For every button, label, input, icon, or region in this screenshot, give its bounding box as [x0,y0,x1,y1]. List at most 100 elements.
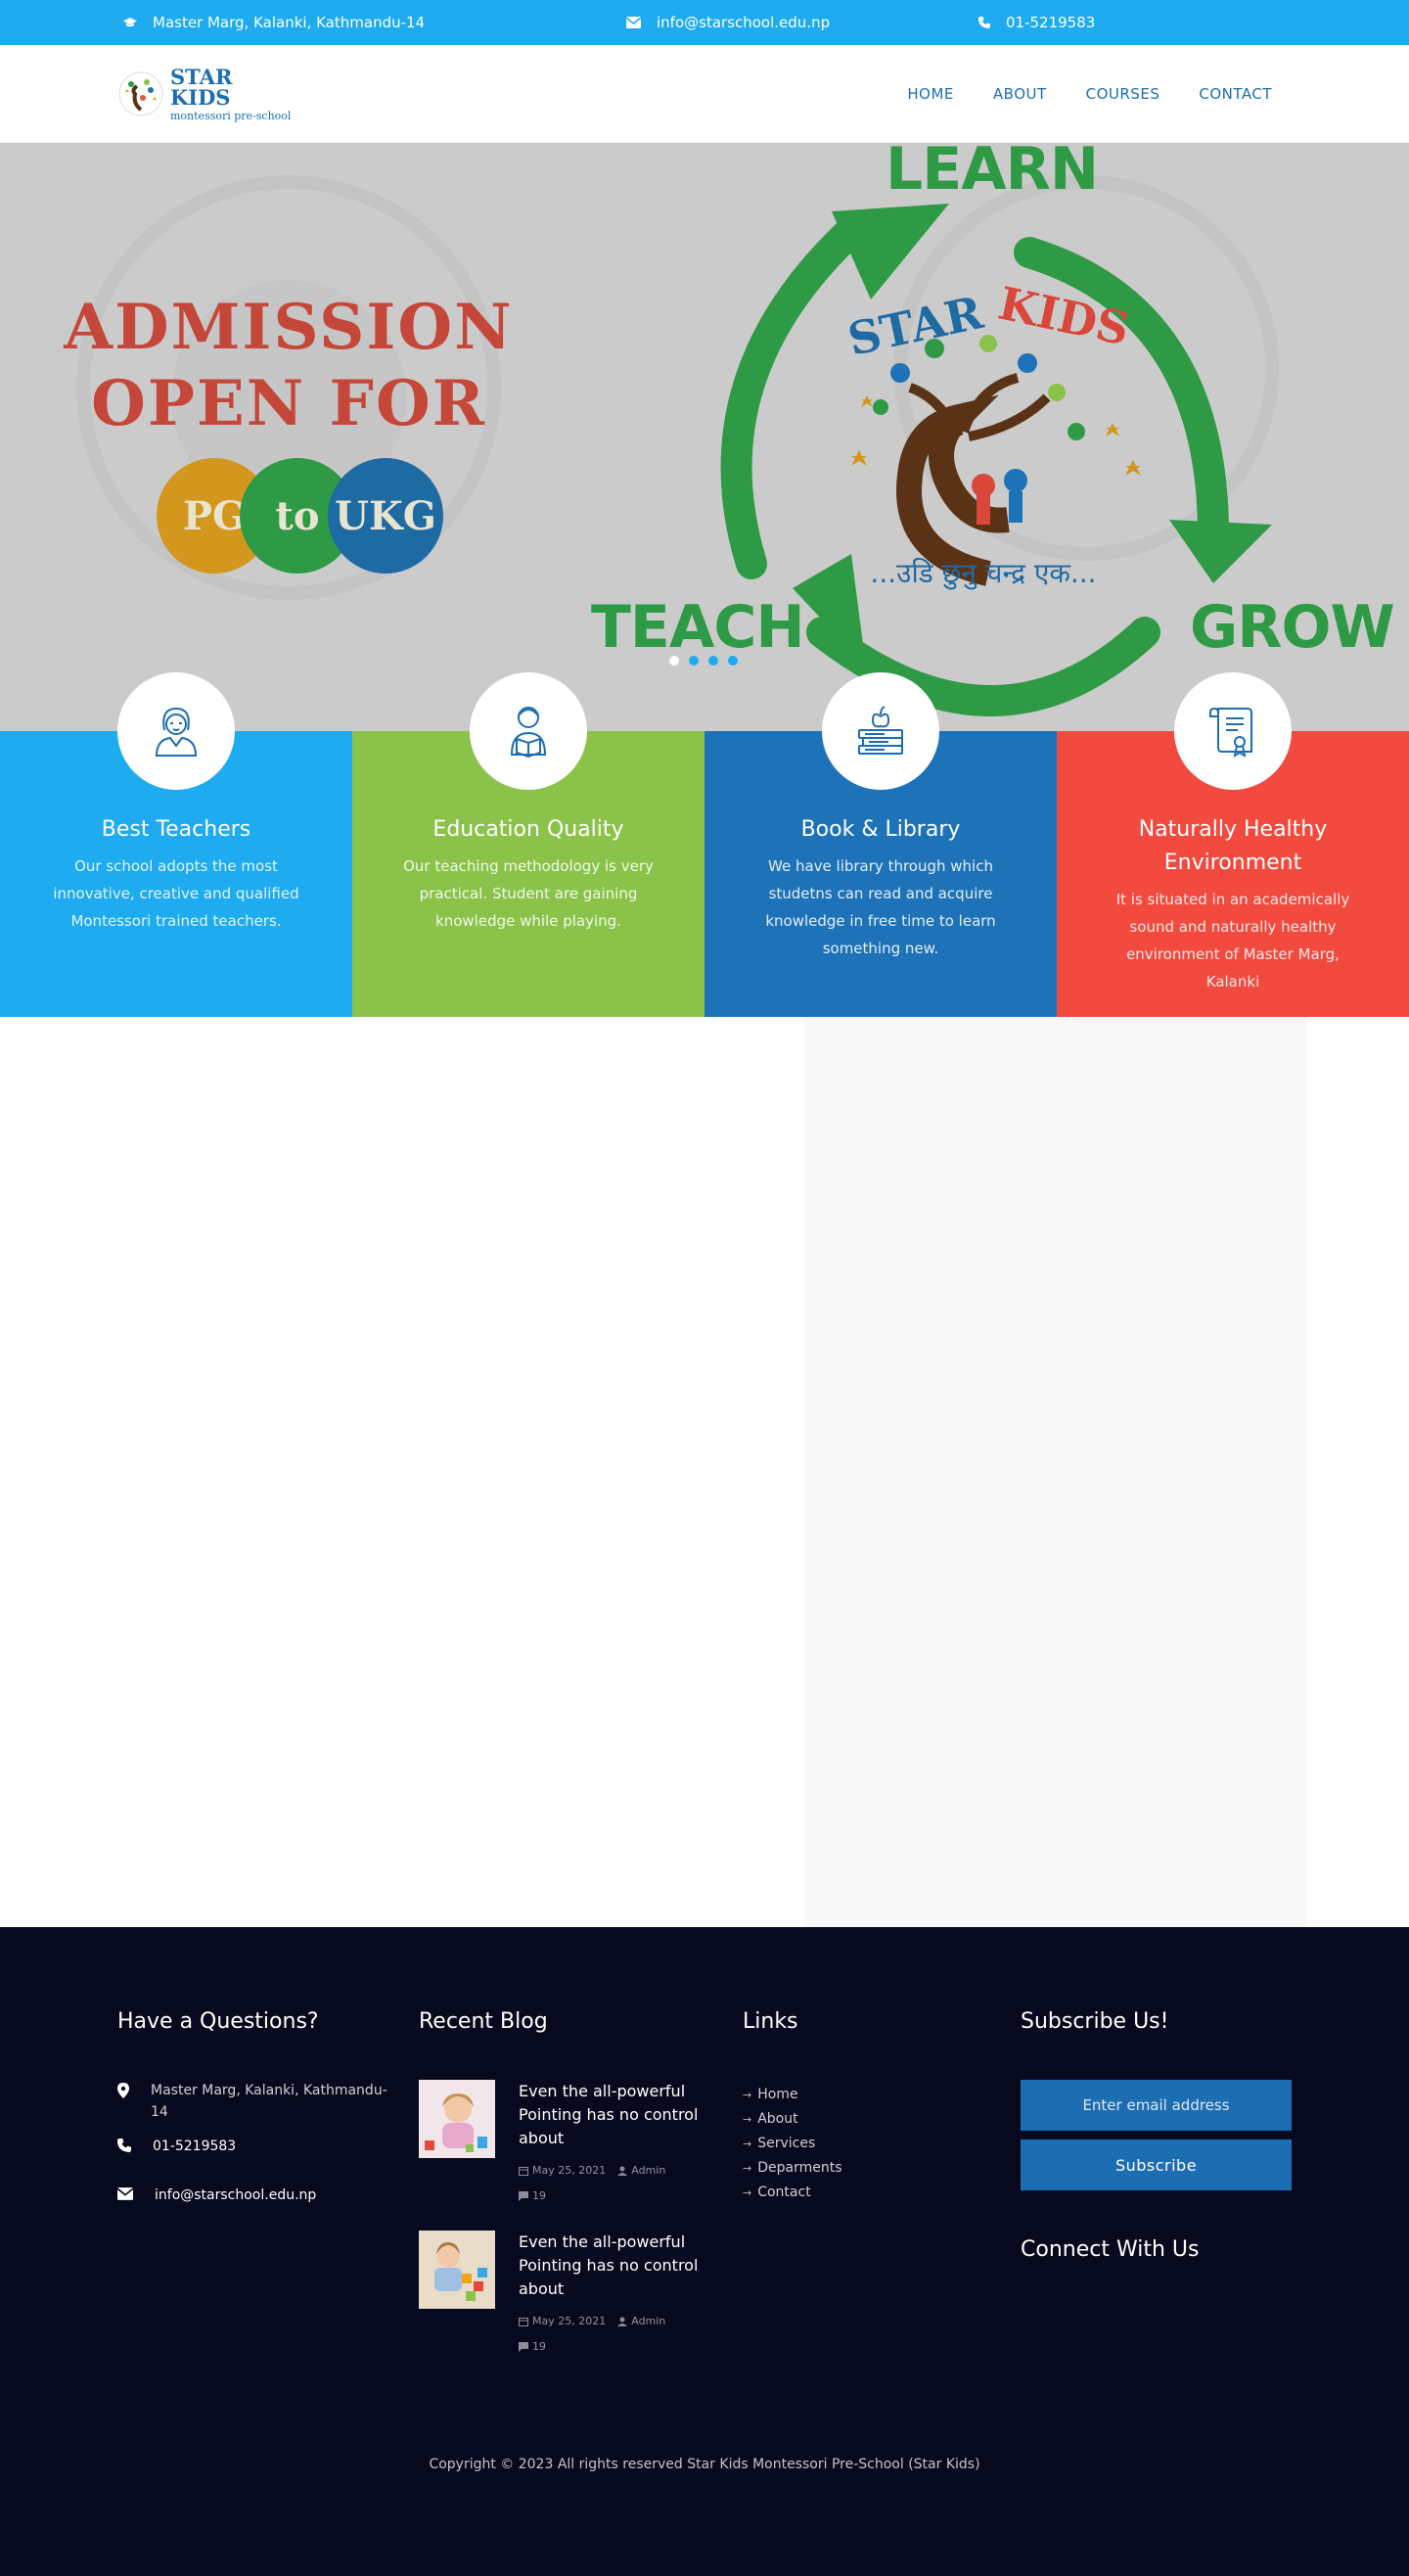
footer-questions-title: Have a Questions? [117,2009,319,2034]
user-icon [617,2166,628,2176]
blog-title[interactable]: Even the all-powerful Pointing has no co… [519,2231,704,2301]
envelope-icon [117,2187,133,2200]
feature-title: Naturally Healthy Environment [1138,817,1328,875]
footer-links-list: Home About Services Deparments Contact [743,2083,842,2205]
slider-dots [669,656,748,666]
feature-text: It is situated in an academically sound … [1115,891,1350,990]
footer-address-text: Master Marg, Kalanki, Kathmandu-14 [151,2083,387,2120]
feature-book-library: Book & Library We have library through w… [704,672,1057,1017]
books-apple-icon [858,706,903,755]
comment-icon [519,2190,528,2201]
feature-icon-circle [822,672,939,790]
footer-email-text[interactable]: info@starschool.edu.np [155,2185,316,2206]
blog-post[interactable]: Even the all-powerful Pointing has no co… [419,2231,703,2358]
hero-slider[interactable]: ADMISSION OPEN FOR PG to UKG LEARN TEACH… [0,143,1409,731]
logo-tree-icon [117,70,164,117]
feature-title: Education Quality [432,817,624,842]
nav-about[interactable]: ABOUT [993,85,1047,103]
nav-home[interactable]: HOME [907,85,954,103]
blog-author[interactable]: Admin [631,2164,665,2177]
phone-icon [978,17,990,28]
blog-date: May 25, 2021 [532,2315,607,2327]
topbar-email[interactable]: info@starschool.edu.np [626,0,830,45]
word-teach: TEACH [591,593,805,662]
feature-healthy-environment: Naturally Healthy Environment It is situ… [1057,672,1409,1017]
feature-text: Our school adopts the most innovative, c… [53,857,299,930]
footer-subscribe-title: Subscribe Us! [1021,2009,1169,2034]
blog-thumbnail[interactable] [419,2231,495,2309]
blog-meta: May 25, 2021 Admin [519,2164,677,2177]
calendar-icon [519,2317,528,2326]
nav-contact[interactable]: CONTACT [1199,85,1272,103]
word-learn: LEARN [886,143,1099,204]
site-logo[interactable]: STAR KIDS montessori pre-school [117,67,294,121]
blog-author[interactable]: Admin [631,2315,665,2327]
map-pin-icon [117,2083,129,2098]
footer-link-services[interactable]: Services [743,2132,842,2156]
blog-date: May 25, 2021 [532,2164,607,2177]
subscribe-email-input[interactable]: Enter email address [1021,2080,1292,2131]
topbar-address: Master Marg, Kalanki, Kathmandu-14 [123,0,425,45]
blog-comment-count: 19 [532,2340,546,2353]
site-header: STAR KIDS montessori pre-school HOME ABO… [0,45,1409,143]
blog-comments[interactable]: 19 [519,2189,558,2202]
headline-line2: OPEN FOR [91,367,486,440]
footer-phone-text[interactable]: 01-5219583 [153,2136,236,2157]
hero-logo-tagline: ...उडि छुनु चन्द्र एक... [870,557,1097,589]
logo-subtitle: montessori pre-school [170,110,292,122]
slider-dot[interactable] [689,656,699,666]
slider-dot[interactable] [728,656,738,666]
footer-link-departments[interactable]: Deparments [743,2156,841,2181]
features-row: Best Teachers Our school adopts the most… [0,672,1409,1017]
footer-blog-title: Recent Blog [419,2009,548,2034]
topbar-phone-text[interactable]: 01-5219583 [1006,14,1095,31]
teacher-icon [155,707,198,757]
footer-email[interactable]: info@starschool.edu.np [117,2185,316,2206]
blog-post[interactable]: Even the all-powerful Pointing has no co… [419,2080,703,2207]
headline-line1: ADMISSION [64,291,514,364]
feature-title: Best Teachers [101,817,251,842]
blog-comments[interactable]: 19 [519,2340,558,2353]
admission-headline: ADMISSION OPEN FOR [59,290,519,442]
footer-phone[interactable]: 01-5219583 [117,2136,236,2157]
blog-title[interactable]: Even the all-powerful Pointing has no co… [519,2080,704,2150]
footer-link-home[interactable]: Home [743,2083,842,2107]
footer-link-contact[interactable]: Contact [743,2181,842,2205]
feature-text: We have library through which studetns c… [765,857,996,957]
nav-courses[interactable]: COURSES [1086,85,1160,103]
badge-ukg: UKG [328,458,443,574]
content-side-panel [804,1017,1306,1927]
slider-dot[interactable] [708,656,718,666]
footer-connect-title: Connect With Us [1021,2237,1200,2262]
feature-icon-circle [1174,672,1292,790]
user-icon [617,2317,628,2326]
top-info-bar: Master Marg, Kalanki, Kathmandu-14 info@… [0,0,1409,45]
blog-meta: May 25, 2021 Admin [519,2315,677,2327]
main-nav: HOME ABOUT COURSES CONTACT [868,45,1272,143]
comment-icon [519,2341,528,2352]
certificate-icon [1209,708,1252,758]
envelope-icon [626,17,641,28]
footer-copyright: Copyright © 2023 All rights reserved Sta… [429,2457,980,2472]
word-grow: GROW [1190,593,1395,662]
feature-icon-circle [117,672,235,790]
feature-icon-circle [470,672,587,790]
calendar-icon [519,2166,528,2176]
footer-address: Master Marg, Kalanki, Kathmandu-14 [117,2080,401,2123]
feature-education-quality: Education Quality Our teaching methodolo… [352,672,704,1017]
blog-thumbnail[interactable] [419,2080,495,2158]
feature-text: Our teaching methodology is very practic… [403,857,654,930]
topbar-address-text: Master Marg, Kalanki, Kathmandu-14 [153,14,426,31]
topbar-phone[interactable]: 01-5219583 [978,0,1095,45]
topbar-email-text[interactable]: info@starschool.edu.np [657,14,830,31]
footer-links-title: Links [743,2009,798,2034]
slider-dot[interactable] [669,656,679,666]
footer-link-about[interactable]: About [743,2107,842,2132]
graduation-cap-icon [123,18,137,27]
student-reading-icon [510,707,547,759]
subscribe-button[interactable]: Subscribe [1021,2139,1292,2190]
logo-title: STAR KIDS [170,65,233,110]
blog-comment-count: 19 [532,2189,546,2202]
feature-title: Book & Library [800,817,961,842]
phone-icon [117,2139,131,2152]
